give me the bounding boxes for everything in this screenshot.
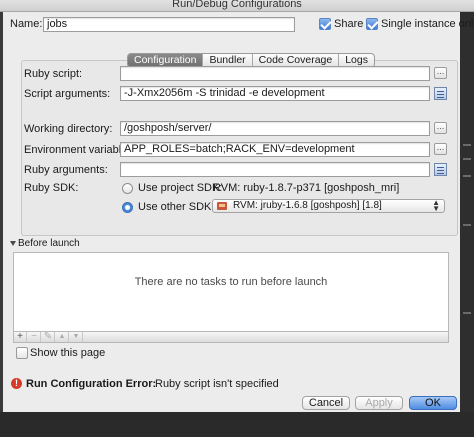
apply-button[interactable]: Apply: [355, 396, 403, 410]
before-launch-toolbar: + − ✎ ▲ ▼: [13, 332, 449, 343]
error-title: Run Configuration Error:: [26, 378, 157, 390]
window-titlebar: Run/Debug Configurations: [0, 0, 474, 12]
remove-icon[interactable]: −: [28, 332, 41, 342]
add-icon[interactable]: +: [14, 332, 27, 342]
background-bottom-edge: [0, 412, 474, 437]
other-sdk-value: RVM: jruby-1.6.8 [goshposh] [1.8]: [233, 200, 382, 211]
move-up-icon[interactable]: ▲: [56, 332, 69, 342]
run-debug-dialog: Name: jobs Share Single instance only Co…: [3, 12, 474, 412]
before-launch-list: There are no tasks to run before launch: [13, 252, 449, 332]
ok-button[interactable]: OK: [409, 396, 457, 410]
rvm-icon: [217, 202, 227, 210]
expand-table-icon[interactable]: [434, 163, 447, 176]
use-other-sdk-label: Use other SDK:: [138, 201, 215, 213]
collapse-triangle-icon[interactable]: [10, 241, 16, 246]
ellipsis-icon[interactable]: ...: [434, 122, 447, 134]
before-launch-empty-text: There are no tasks to run before launch: [134, 276, 328, 288]
error-icon: !: [11, 378, 22, 389]
script-arguments-field[interactable]: -J-Xmx2056m -S trinidad -e development: [120, 86, 430, 101]
use-other-sdk-radio[interactable]: [122, 202, 133, 213]
share-checkbox[interactable]: [319, 18, 331, 30]
share-label: Share: [334, 18, 364, 30]
ruby-script-label: Ruby script:: [24, 68, 83, 80]
ellipsis-icon[interactable]: ...: [434, 67, 447, 79]
edit-icon[interactable]: ✎: [42, 332, 55, 342]
edge-mark: [463, 224, 471, 226]
edge-mark: [463, 312, 471, 314]
project-sdk-value: RVM: ruby-1.8.7-p371 [goshposh_mri]: [213, 182, 400, 194]
error-message: Ruby script isn't specified: [155, 378, 279, 390]
cancel-button[interactable]: Cancel: [302, 396, 350, 410]
ellipsis-icon[interactable]: ...: [434, 143, 447, 155]
name-field[interactable]: jobs: [43, 17, 295, 32]
single-instance-checkbox[interactable]: [366, 18, 378, 30]
env-vars-field[interactable]: APP_ROLES=batch;RACK_ENV=development: [120, 142, 430, 157]
use-project-sdk-radio[interactable]: [122, 183, 133, 194]
other-sdk-dropdown[interactable]: RVM: jruby-1.6.8 [goshposh] [1.8] ▲ ▼: [212, 199, 445, 213]
ruby-sdk-label: Ruby SDK:: [24, 182, 79, 194]
chevron-updown-icon: ▲ ▼: [432, 198, 440, 213]
ruby-arguments-field[interactable]: [120, 162, 430, 177]
show-page-checkbox[interactable]: [16, 347, 28, 359]
ruby-script-field[interactable]: [120, 66, 430, 81]
name-label: Name:: [10, 18, 43, 30]
edge-mark: [463, 175, 471, 177]
expand-table-icon[interactable]: [434, 87, 447, 100]
working-directory-field[interactable]: /goshposh/server/: [120, 121, 430, 136]
show-page-label: Show this page: [30, 347, 106, 359]
use-project-sdk-label: Use project SDK:: [138, 182, 223, 194]
move-down-icon[interactable]: ▼: [70, 332, 83, 342]
edge-mark: [463, 144, 471, 146]
script-arguments-label: Script arguments:: [24, 88, 111, 100]
edge-mark: [463, 158, 471, 160]
background-window-edge: [460, 12, 474, 437]
ruby-arguments-label: Ruby arguments:: [24, 164, 108, 176]
before-launch-title: Before launch: [18, 238, 80, 249]
window-title: Run/Debug Configurations: [172, 0, 302, 10]
single-instance-label: Single instance only: [381, 18, 474, 30]
working-directory-label: Working directory:: [24, 123, 113, 135]
